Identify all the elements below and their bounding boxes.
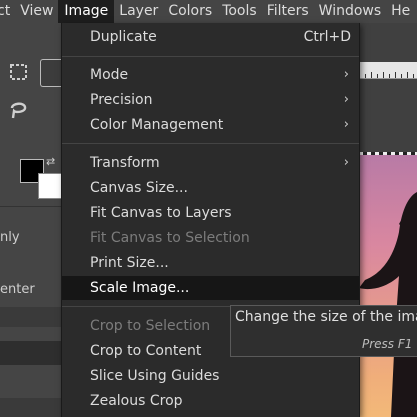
menu-tools[interactable]: Tools: [217, 0, 262, 23]
swap-colors-icon[interactable]: ⇄: [46, 155, 55, 168]
silhouette-image: [359, 192, 417, 417]
lasso-select-icon[interactable]: [8, 99, 30, 121]
tool-option-label: enter: [0, 282, 35, 297]
active-tool-icon[interactable]: [40, 59, 63, 87]
horizontal-ruler: [355, 62, 417, 79]
menu-filters[interactable]: Filters: [262, 0, 314, 23]
rect-select-icon[interactable]: [8, 61, 30, 83]
menu-view[interactable]: View: [15, 0, 58, 23]
tool-option-field[interactable]: [0, 307, 62, 327]
submenu-arrow-icon: ›: [343, 67, 349, 82]
menu-edit[interactable]: ct: [0, 0, 15, 23]
submenu-arrow-icon: ›: [343, 117, 349, 132]
panel-divider: [0, 206, 62, 207]
tooltip: Change the size of the imag Press F1 fo: [230, 305, 417, 357]
menu-colors[interactable]: Colors: [163, 0, 217, 23]
menu-item-precision[interactable]: Precision ›: [62, 88, 359, 112]
menu-item-mode[interactable]: Mode ›: [62, 63, 359, 87]
submenu-arrow-icon: ›: [343, 92, 349, 107]
tooltip-text: Change the size of the imag: [235, 309, 417, 325]
menu-item-duplicate[interactable]: Duplicate Ctrl+D: [62, 25, 359, 49]
menu-windows[interactable]: Windows: [314, 0, 387, 23]
menu-image[interactable]: Image: [58, 0, 115, 23]
shortcut-label: Ctrl+D: [303, 29, 351, 45]
menu-item-color-management[interactable]: Color Management ›: [62, 113, 359, 137]
submenu-arrow-icon: ›: [343, 155, 349, 170]
toolbox-panel: ⇄ nly enter: [0, 23, 64, 417]
menu-layer[interactable]: Layer: [114, 0, 163, 23]
tool-option-label: nly: [0, 230, 20, 245]
menu-item-canvas-size[interactable]: Canvas Size...: [62, 176, 359, 200]
tooltip-help-hint: Press F1 fo: [362, 337, 417, 351]
menu-separator: [62, 143, 359, 144]
menu-item-slice-using-guides[interactable]: Slice Using Guides: [62, 364, 359, 388]
image-canvas[interactable]: [355, 152, 417, 417]
menu-item-fit-canvas-to-layers[interactable]: Fit Canvas to Layers: [62, 201, 359, 225]
menu-separator: [62, 56, 359, 57]
menubar: ct View Image Layer Colors Tools Filters…: [0, 0, 417, 23]
menu-help[interactable]: He: [386, 0, 415, 23]
menu-item-zealous-crop[interactable]: Zealous Crop: [62, 389, 359, 413]
menu-item-fit-canvas-to-selection: Fit Canvas to Selection: [90, 230, 250, 246]
tool-option-field[interactable]: [0, 341, 62, 365]
menu-item-print-size[interactable]: Print Size...: [62, 251, 359, 275]
image-menu-dropdown: Duplicate Ctrl+D Mode › Precision › Colo…: [61, 23, 360, 417]
menu-item-scale-image[interactable]: Scale Image...: [62, 276, 359, 300]
menu-item-transform[interactable]: Transform ›: [62, 151, 359, 175]
tool-option-field[interactable]: [0, 398, 62, 417]
